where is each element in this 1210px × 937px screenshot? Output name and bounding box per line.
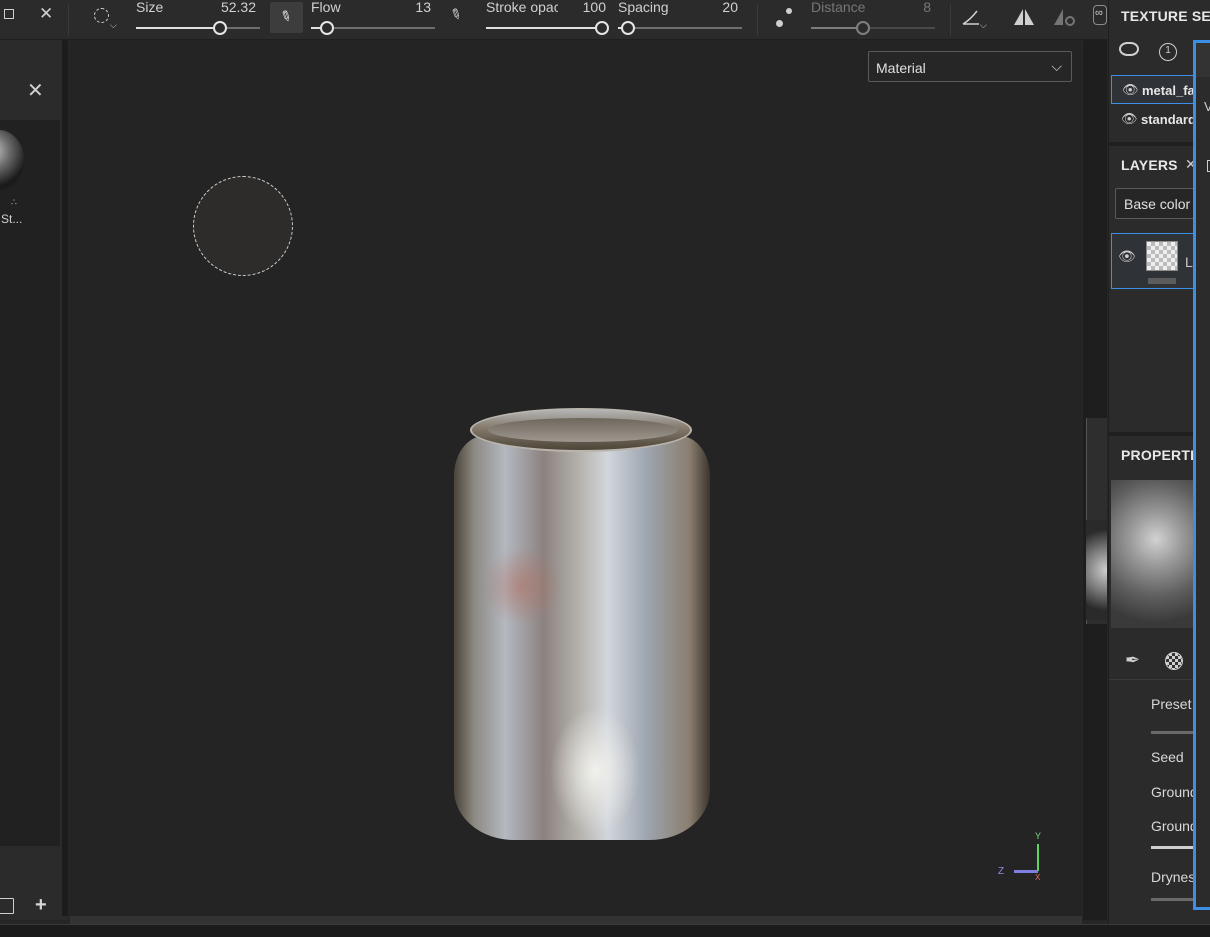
substance-badge-icon: ∴	[11, 197, 17, 207]
lazy-mouse-icon-dot	[786, 8, 792, 14]
eye-icon[interactable]: 👁	[1118, 248, 1136, 265]
ground-label-2: Ground	[1151, 818, 1198, 834]
3d-viewport[interactable]: Y Z X U Material ⌵	[70, 41, 1099, 916]
layer-thumbnail	[1146, 241, 1178, 271]
lazy-mouse-icon	[776, 20, 783, 27]
texture-set-visibility-icon[interactable]	[1119, 42, 1139, 56]
distance-value[interactable]: 8	[891, 0, 931, 15]
chevron-down-icon: ⌵	[980, 20, 987, 30]
add-icon[interactable]: +	[35, 894, 47, 917]
toolbar-divider	[757, 4, 758, 36]
shelf-footer: +	[0, 888, 62, 920]
toolbar-divider	[68, 4, 69, 36]
texture-set-solo-icon[interactable]: 1	[1159, 43, 1177, 61]
link-toggle[interactable]: ∞	[1093, 5, 1107, 25]
channel-value: Base color	[1124, 196, 1191, 212]
symmetry-axis-selector[interactable]: ⌵	[960, 6, 988, 32]
can-rust-spot	[482, 546, 562, 626]
distance-handle[interactable]	[856, 21, 871, 35]
2d-view-strip	[1083, 40, 1107, 920]
brush-cursor	[193, 176, 293, 276]
spacing-value[interactable]: 20	[698, 0, 738, 15]
stroke-opacity-handle[interactable]	[595, 21, 609, 35]
brush-alpha-icon	[94, 8, 109, 23]
pressure-pen-toggle[interactable]: ✎	[270, 2, 303, 33]
size-handle[interactable]	[213, 21, 228, 35]
texture-set-title: TEXTURE SET	[1121, 8, 1210, 24]
axis-z-label: Z	[998, 866, 1005, 877]
spacing-label: Spacing	[618, 0, 669, 15]
ground-label-1: Ground	[1151, 784, 1198, 800]
mirror-settings-icon	[1054, 9, 1075, 26]
panel-splitter[interactable]	[62, 40, 68, 916]
preset-label: Preset	[1151, 696, 1192, 712]
3d-model-can[interactable]	[450, 406, 715, 846]
size-value[interactable]: 52.32	[196, 0, 256, 15]
status-bar	[0, 924, 1210, 937]
brush-tab-icon[interactable]: ✒	[1125, 650, 1140, 671]
symmetry-toggle[interactable]	[1012, 8, 1036, 31]
display-mode-select[interactable]: Material ⌵	[868, 51, 1072, 82]
axis-x-label: X	[1035, 873, 1041, 882]
dryness-label: Drynes	[1151, 869, 1196, 885]
material-thumbnail	[0, 130, 24, 190]
shelf-content: ∴ St...	[0, 120, 60, 846]
shelf-item[interactable]: ∴ St...	[0, 130, 50, 226]
display-mode-value: Material	[876, 60, 926, 76]
can-top	[488, 418, 678, 442]
distance-label: Distance	[811, 0, 866, 15]
flow-value[interactable]: 13	[391, 0, 431, 15]
symmetry-settings[interactable]	[1052, 8, 1076, 33]
stroke-opacity-label: Stroke opac	[486, 0, 558, 15]
layers-title: LAYERS	[1121, 157, 1178, 173]
stroke-opacity-value[interactable]: 100	[566, 0, 606, 15]
can-highlight	[550, 706, 640, 836]
preset-slider[interactable]	[1151, 731, 1199, 734]
new-folder-icon[interactable]	[0, 898, 14, 914]
size-track[interactable]	[136, 27, 260, 29]
eye-icon[interactable]: 👁	[1121, 111, 1138, 127]
floating-window-text: V	[1204, 99, 1210, 114]
chevron-down-icon: ⌵	[1051, 58, 1062, 74]
mirror-icon	[1014, 9, 1034, 25]
properties-title: PROPERTI	[1121, 447, 1195, 463]
dryness-slider[interactable]	[1151, 898, 1199, 901]
floating-window[interactable]: V	[1193, 40, 1210, 910]
ground-slider[interactable]	[1151, 846, 1199, 849]
shelf-item-label: St...	[1, 212, 23, 226]
texture-set-name: metal_fa	[1142, 83, 1195, 98]
pen-pressure-icon: ✎	[447, 4, 465, 24]
2d-view-preview	[1086, 520, 1107, 620]
floating-window-header	[1196, 43, 1210, 77]
window-restore-icon[interactable]	[4, 9, 14, 19]
lazy-mouse-toggle[interactable]	[776, 6, 796, 30]
size-label: Size	[136, 0, 164, 15]
axis-y-label: Y	[1035, 831, 1042, 841]
close-window-icon[interactable]: ✕	[39, 4, 53, 24]
flow-handle[interactable]	[320, 21, 335, 35]
material-tab-icon[interactable]	[1165, 652, 1183, 670]
close-shelf-icon[interactable]: ✕	[27, 78, 44, 103]
seed-label: Seed	[1151, 749, 1184, 765]
toolbar-divider	[950, 4, 951, 36]
flow-pressure-toggle[interactable]: ✎	[447, 4, 465, 24]
brush-toolbar: ✕ ⌵ Size 52.32 ✎ Flow 13 ✎ Stroke opac 1…	[0, 0, 1108, 40]
texture-set-name: standard	[1141, 112, 1196, 127]
brush-alpha-selector[interactable]: ⌵	[94, 8, 117, 30]
link-icon: ∞	[1095, 7, 1103, 19]
viewport-scrollbar[interactable]	[70, 916, 1082, 924]
axis-y-line	[1037, 844, 1039, 871]
chevron-down-icon: ⌵	[110, 20, 117, 30]
distance-track[interactable]	[811, 27, 935, 29]
spacing-handle[interactable]	[620, 21, 635, 35]
stroke-opacity-track[interactable]	[486, 27, 602, 29]
layer-mask-bar	[1148, 278, 1176, 284]
eye-icon[interactable]: 👁	[1122, 82, 1139, 98]
pen-pressure-icon: ✎	[277, 6, 295, 26]
spacing-track[interactable]	[618, 27, 742, 29]
flow-label: Flow	[311, 0, 341, 15]
